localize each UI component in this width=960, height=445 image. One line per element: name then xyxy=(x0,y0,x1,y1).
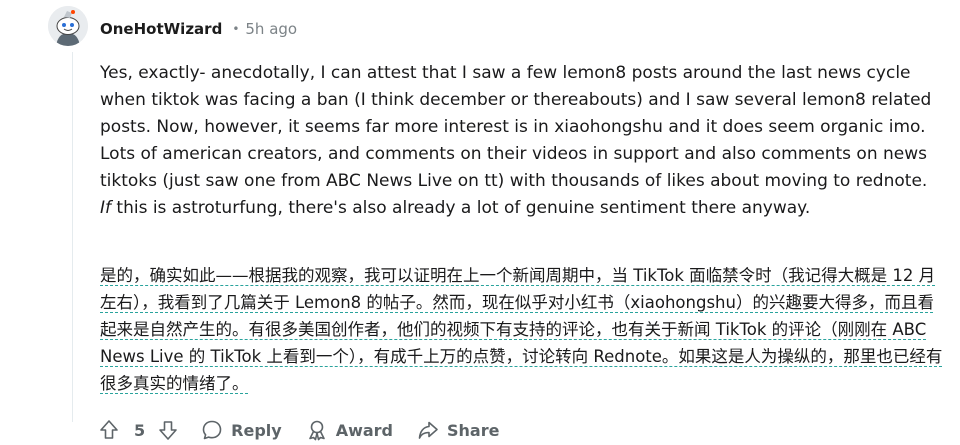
comment-body-part-2: this is astroturfung, there's also alrea… xyxy=(111,198,811,218)
award-label: Award xyxy=(335,420,393,440)
username-link[interactable]: OneHotWizard xyxy=(100,18,222,40)
user-avatar[interactable] xyxy=(48,6,88,46)
timestamp[interactable]: 5h ago xyxy=(245,18,297,40)
share-button[interactable]: Share xyxy=(417,419,499,441)
comment-body-part-1: Yes, exactly- anecdotally, I can attest … xyxy=(100,63,932,191)
vote-count: 5 xyxy=(134,420,146,440)
translation-text: 是的，确实如此——根据我的观察，我可以证明在上一个新闻周期中，当 TikTok … xyxy=(100,266,943,393)
comment-header: OneHotWizard • 5h ago xyxy=(100,18,297,40)
meta-separator: • xyxy=(232,22,240,36)
downvote-arrow-icon[interactable] xyxy=(157,419,179,441)
award-button[interactable]: Award xyxy=(306,419,393,441)
reply-label: Reply xyxy=(231,420,282,440)
comment-body-italic: If xyxy=(100,198,111,218)
share-arrow-icon xyxy=(417,419,439,441)
speech-bubble-icon xyxy=(201,419,223,441)
award-ribbon-icon xyxy=(306,419,328,441)
translated-comment-body: 是的，确实如此——根据我的观察，我可以证明在上一个新闻周期中，当 TikTok … xyxy=(100,262,945,397)
reply-button[interactable]: Reply xyxy=(201,419,282,441)
comment-action-bar: 5 Reply Award Share xyxy=(98,419,523,441)
share-label: Share xyxy=(447,420,500,440)
upvote-arrow-icon[interactable] xyxy=(98,419,120,441)
vote-group: 5 xyxy=(98,419,179,441)
comment-body: Yes, exactly- anecdotally, I can attest … xyxy=(100,60,940,222)
snoo-avatar-icon xyxy=(48,6,88,46)
thread-line xyxy=(72,52,73,422)
